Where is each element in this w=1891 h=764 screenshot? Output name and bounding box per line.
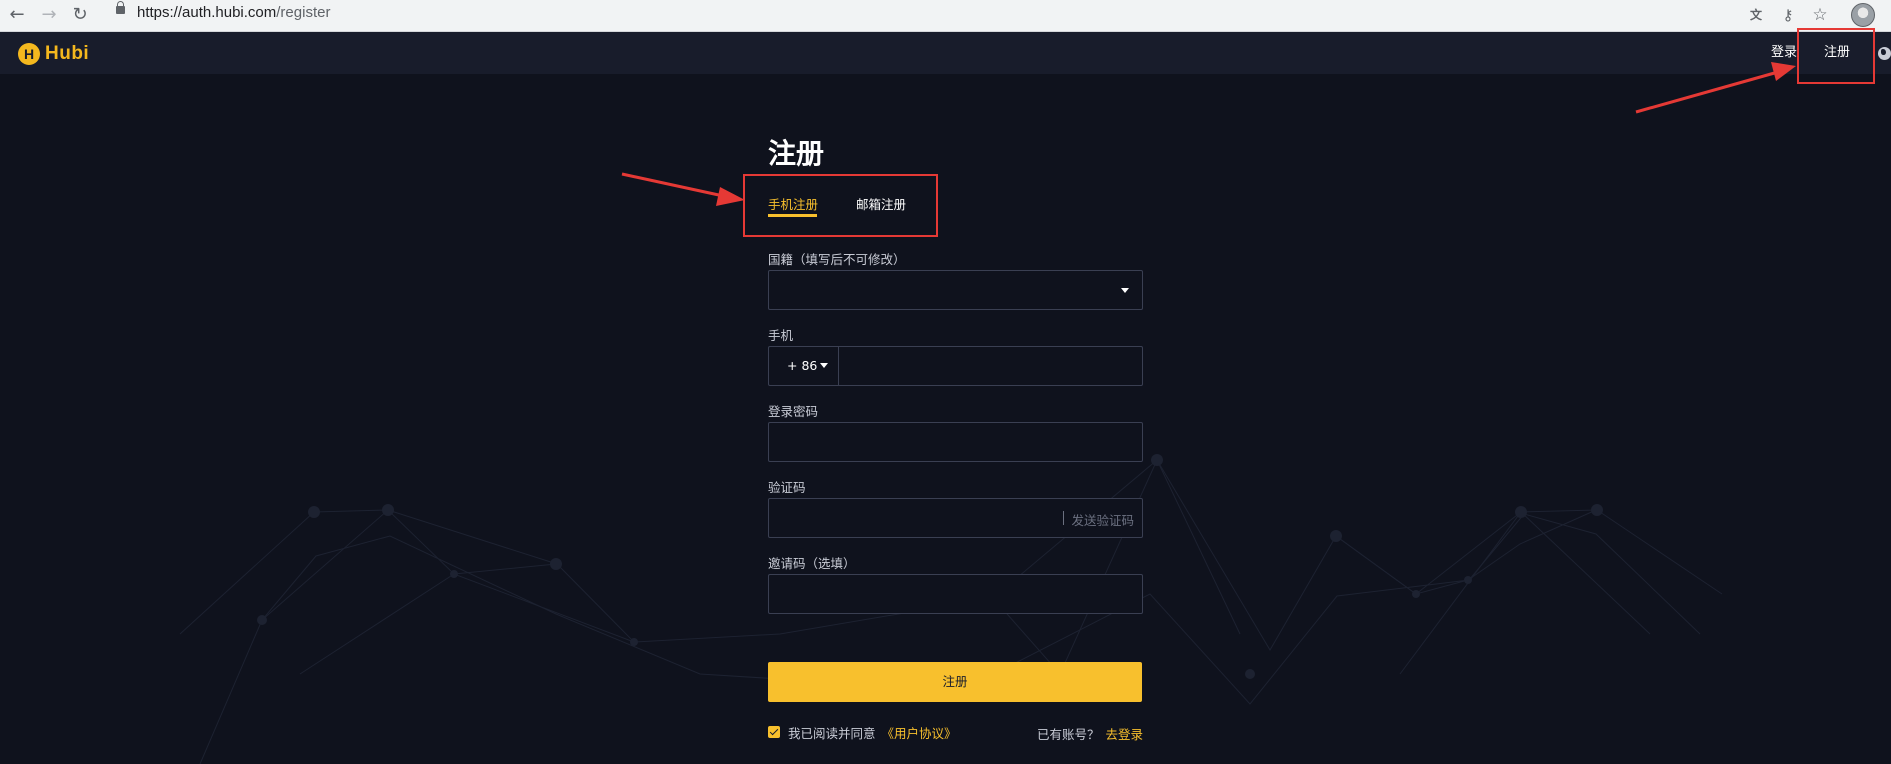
address-bar[interactable] xyxy=(104,2,1744,26)
login-prompt: 已有账号？ 去登录 xyxy=(1037,724,1143,743)
globe-icon[interactable] xyxy=(1878,47,1891,60)
agree-text: 我已阅读并同意 xyxy=(788,725,876,741)
background-network-pattern xyxy=(179,454,1723,764)
phone-field: + 86 xyxy=(768,346,1143,386)
star-icon[interactable]: ☆ xyxy=(1809,4,1831,26)
key-icon[interactable]: ⚷ xyxy=(1777,4,1799,26)
logo-text: Hubi xyxy=(45,43,90,64)
page-title: 注册 xyxy=(768,137,825,170)
url-host: auth.hubi.com xyxy=(182,4,277,21)
annotation-box-register xyxy=(1797,28,1875,84)
agreement-row: 我已阅读并同意 《用户协议》 xyxy=(768,723,957,742)
back-arrow-icon[interactable]: ← xyxy=(5,3,29,27)
invite-code-input[interactable] xyxy=(768,574,1143,614)
password-input[interactable] xyxy=(768,422,1143,462)
country-code-value: + 86 xyxy=(787,358,818,373)
verification-code-input[interactable]: 发送验证码 xyxy=(768,498,1143,538)
country-code-select[interactable]: + 86 xyxy=(769,347,839,385)
logo-mark-icon: H xyxy=(18,43,40,65)
phone-label: 手机 xyxy=(768,328,794,343)
register-submit-button[interactable]: 注册 xyxy=(768,662,1142,702)
url-path: /register xyxy=(276,4,331,21)
divider xyxy=(1063,511,1064,525)
annotation-box-tabs xyxy=(743,174,938,237)
profile-avatar[interactable] xyxy=(1851,3,1875,27)
have-account-text: 已有账号？ xyxy=(1036,727,1100,742)
reload-icon[interactable]: ↻ xyxy=(68,3,92,27)
nationality-select[interactable] xyxy=(768,270,1143,310)
site-header: H Hubi 登录 注册 xyxy=(0,32,1891,74)
send-code-button[interactable]: 发送验证码 xyxy=(1071,510,1134,529)
url-scheme: https:// xyxy=(137,4,183,21)
header-login-link[interactable]: 登录 xyxy=(1771,32,1797,74)
nationality-label: 国籍（填写后不可修改） xyxy=(768,252,906,267)
chevron-down-icon xyxy=(820,363,828,368)
invite-code-label: 邀请码（选填） xyxy=(768,556,856,571)
hubi-logo[interactable]: H Hubi xyxy=(18,43,89,65)
password-label: 登录密码 xyxy=(768,404,819,419)
go-login-link[interactable]: 去登录 xyxy=(1105,727,1143,742)
user-agreement-link[interactable]: 《用户协议》 xyxy=(882,723,957,742)
translate-icon[interactable]: 文 xyxy=(1745,4,1767,26)
url-text[interactable]: https://auth.hubi.com/register xyxy=(137,4,330,21)
agree-checkbox[interactable] xyxy=(768,726,780,738)
lock-icon[interactable] xyxy=(116,1,125,14)
verification-code-label: 验证码 xyxy=(768,480,806,495)
browser-toolbar: ← → ↻ https://auth.hubi.com/register 文 ⚷… xyxy=(0,0,1891,32)
forward-arrow-icon[interactable]: → xyxy=(37,3,61,27)
chevron-down-icon xyxy=(1121,288,1129,293)
